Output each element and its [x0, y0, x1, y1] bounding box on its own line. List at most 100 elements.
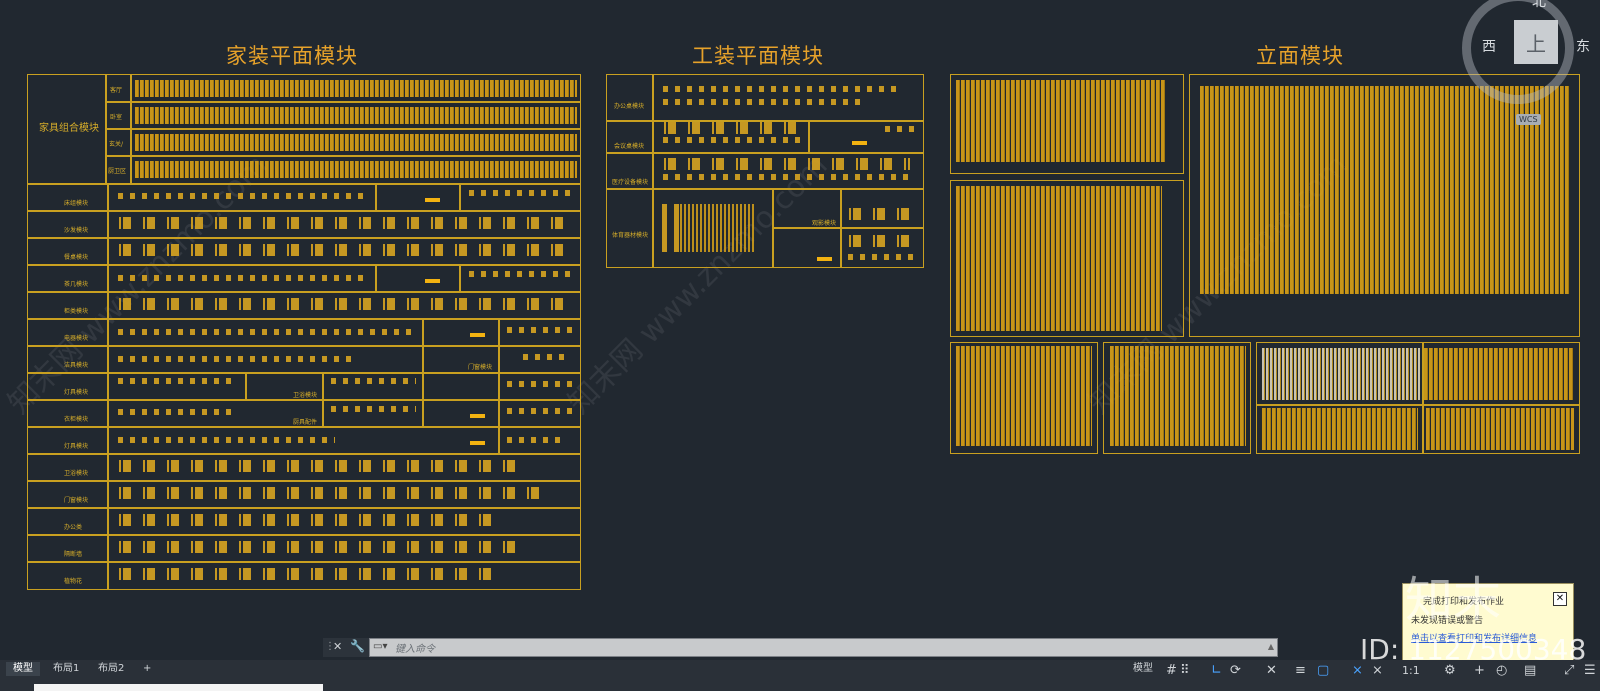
- block-row[interactable]: [115, 437, 335, 443]
- block-row[interactable]: [115, 378, 235, 384]
- grid-icon[interactable]: #: [1166, 664, 1177, 677]
- tab-add[interactable]: +: [136, 662, 158, 676]
- home-cell-divider: [498, 318, 500, 453]
- block-row[interactable]: [504, 437, 564, 443]
- inline-label: 厨具配件: [293, 419, 318, 426]
- elevation-row-line: [1256, 404, 1580, 406]
- wrench-icon[interactable]: 🔧: [350, 639, 365, 653]
- elevation-blocks[interactable]: [956, 186, 1162, 331]
- highlight-bar: [425, 198, 440, 202]
- block-row[interactable]: [115, 298, 575, 310]
- elevation-blocks[interactable]: [1424, 348, 1574, 400]
- block-row[interactable]: [115, 514, 495, 526]
- block-row[interactable]: [845, 208, 920, 220]
- office-row-label: 医疗设备模块: [612, 179, 649, 186]
- furniture-blocks[interactable]: [135, 107, 577, 124]
- block-row[interactable]: [660, 122, 800, 134]
- osnap-icon[interactable]: ✕: [1266, 664, 1277, 677]
- viewcube-north[interactable]: 北: [1532, 0, 1546, 11]
- home-subrow-label: 厨卫区: [108, 168, 127, 175]
- furniture-blocks[interactable]: [135, 134, 577, 151]
- highlight-bar: [470, 441, 485, 445]
- block-row[interactable]: [466, 271, 574, 277]
- block-row[interactable]: [115, 568, 495, 580]
- taskbar-strip: [34, 684, 323, 691]
- block-row[interactable]: [520, 354, 570, 360]
- scroll-icon[interactable]: ▲: [1268, 642, 1274, 651]
- block-row[interactable]: [115, 329, 415, 335]
- block-row[interactable]: [845, 254, 920, 260]
- model-space-button[interactable]: 模型: [1126, 662, 1160, 676]
- block-row[interactable]: [115, 460, 515, 472]
- elevation-blocks[interactable]: [1262, 348, 1420, 400]
- office-row-line: [606, 188, 924, 190]
- elevation-cell-divider: [1422, 342, 1424, 454]
- home-cell-divider: [245, 372, 247, 399]
- block-row[interactable]: [115, 487, 545, 499]
- office-row-label: 会议桌模块: [614, 143, 645, 150]
- close-icon[interactable]: ✕: [333, 640, 342, 653]
- block-row[interactable]: [504, 408, 574, 414]
- office-row-line: [606, 152, 924, 154]
- home-row-line: [27, 237, 581, 239]
- block-row[interactable]: [660, 158, 910, 170]
- tab-layout2[interactable]: 布局2: [91, 662, 131, 676]
- home-row-line: [27, 480, 581, 482]
- block-row[interactable]: [328, 378, 416, 384]
- block-row[interactable]: [115, 244, 575, 256]
- block-row[interactable]: [115, 356, 355, 362]
- tab-layout1[interactable]: 布局1: [46, 662, 86, 676]
- gym-equipment-block[interactable]: [680, 204, 756, 252]
- home-row-label: 电器模块: [64, 335, 89, 342]
- furniture-blocks[interactable]: [135, 161, 577, 178]
- polar-icon[interactable]: ⟳: [1230, 664, 1241, 677]
- elevation-blocks[interactable]: [956, 80, 1166, 162]
- home-row-line: [27, 183, 581, 185]
- home-group-title: 家具组合模块: [39, 123, 99, 134]
- tab-model[interactable]: 模型: [6, 662, 40, 676]
- block-row[interactable]: [466, 190, 574, 196]
- inline-label: 卫浴模块: [293, 392, 318, 399]
- viewcube-east[interactable]: 东: [1576, 36, 1590, 56]
- snap-icon[interactable]: ⠿: [1180, 664, 1190, 677]
- highlight-bar: [470, 414, 485, 418]
- block-row[interactable]: [660, 86, 900, 92]
- block-row[interactable]: [115, 541, 515, 553]
- elevation-blocks[interactable]: [1110, 346, 1246, 446]
- command-input[interactable]: 键入命令: [395, 640, 435, 655]
- block-row[interactable]: [504, 381, 574, 387]
- office-label-divider: [652, 74, 654, 268]
- block-row[interactable]: [660, 174, 910, 180]
- wcs-menu[interactable]: WCS: [1516, 114, 1541, 125]
- block-row[interactable]: [659, 204, 679, 252]
- home-row-label: 餐桌模块: [64, 254, 89, 261]
- home-subrow-label: 客厅: [110, 87, 123, 94]
- block-row[interactable]: [660, 137, 800, 143]
- lineweight-icon[interactable]: ≡: [1295, 664, 1306, 677]
- block-row[interactable]: [882, 126, 917, 132]
- block-row[interactable]: [115, 193, 370, 199]
- ortho-icon[interactable]: ∟: [1211, 664, 1222, 677]
- block-row[interactable]: [660, 99, 860, 105]
- block-row[interactable]: [115, 217, 575, 229]
- selection-icon[interactable]: ▢: [1317, 664, 1329, 677]
- home-row-label: 灯具模块: [64, 443, 89, 450]
- furniture-blocks[interactable]: [135, 80, 577, 97]
- viewcube-west[interactable]: 西: [1482, 36, 1496, 56]
- close-icon[interactable]: ✕: [1553, 592, 1567, 606]
- command-line[interactable]: ▭▾ ▲: [369, 638, 1278, 657]
- viewcube-top-face[interactable]: 上: [1514, 20, 1558, 64]
- command-history-icon[interactable]: ▭▾: [373, 641, 387, 652]
- block-row[interactable]: [328, 406, 416, 412]
- block-row[interactable]: [115, 275, 370, 281]
- block-row[interactable]: [845, 235, 920, 247]
- elevation-blocks[interactable]: [1426, 408, 1574, 450]
- block-row[interactable]: [115, 409, 235, 415]
- home-cell-divider: [375, 183, 377, 210]
- home-row-line: [105, 128, 581, 130]
- block-row[interactable]: [504, 327, 574, 333]
- highlight-bar: [817, 257, 832, 261]
- elevation-blocks[interactable]: [1200, 86, 1570, 294]
- elevation-blocks[interactable]: [1262, 408, 1418, 450]
- elevation-blocks[interactable]: [956, 346, 1092, 446]
